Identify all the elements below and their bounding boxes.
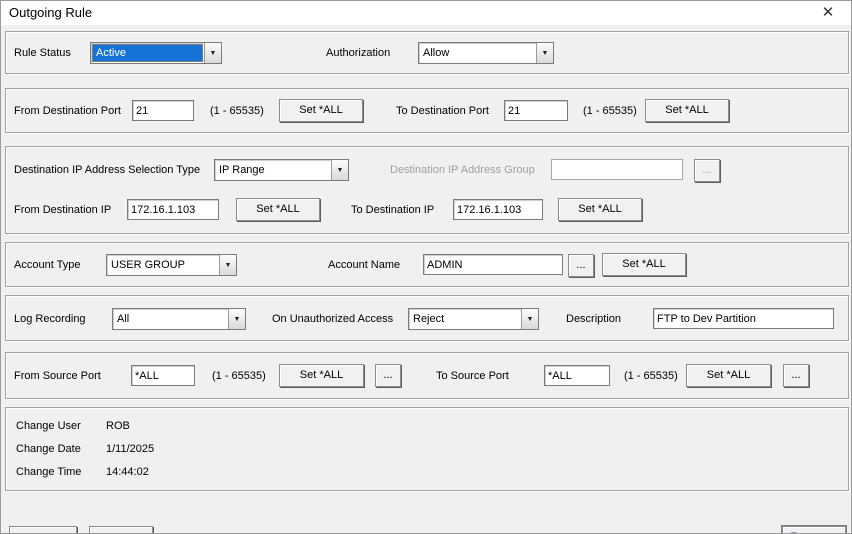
from-dest-port-label: From Destination Port bbox=[14, 100, 121, 122]
change-time-label: Change Time bbox=[16, 461, 81, 483]
group-logging: Log Recording All ▼ On Unauthorized Acce… bbox=[5, 295, 849, 341]
dest-ip-selection-combobox[interactable]: IP Range ▼ bbox=[214, 159, 349, 181]
change-user-value: ROB bbox=[106, 415, 130, 437]
rule-status-combobox[interactable]: Active ▼ bbox=[90, 42, 222, 64]
dest-ip-group-label: Destination IP Address Group bbox=[390, 159, 535, 181]
chevron-down-icon[interactable]: ▼ bbox=[219, 255, 236, 275]
account-name-browse-button[interactable]: ... bbox=[568, 254, 594, 277]
change-time-value: 14:44:02 bbox=[106, 461, 149, 483]
to-source-port-label: To Source Port bbox=[436, 365, 509, 387]
change-user-label: Change User bbox=[16, 415, 81, 437]
to-dest-ip-label: To Destination IP bbox=[351, 199, 434, 221]
from-source-port-set-all-button[interactable]: Set *ALL bbox=[279, 364, 364, 387]
log-recording-combobox[interactable]: All ▼ bbox=[112, 308, 246, 330]
rule-status-label: Rule Status bbox=[14, 42, 71, 64]
outgoing-rule-dialog: Outgoing Rule ✕ Rule Status Active ▼ Aut… bbox=[0, 0, 852, 534]
account-type-combobox[interactable]: USER GROUP ▼ bbox=[106, 254, 237, 276]
authorization-value: Allow bbox=[419, 43, 536, 63]
from-dest-ip-input[interactable] bbox=[127, 199, 219, 220]
chevron-down-icon[interactable]: ▼ bbox=[331, 160, 348, 180]
undo-button[interactable]: Undo bbox=[89, 526, 153, 534]
from-dest-port-range: (1 - 65535) bbox=[210, 100, 264, 122]
account-name-input[interactable] bbox=[423, 254, 563, 275]
log-recording-label: Log Recording bbox=[14, 308, 86, 330]
group-destination-ip: Destination IP Address Selection Type IP… bbox=[5, 146, 849, 234]
on-unauthorized-access-value: Reject bbox=[409, 309, 521, 329]
group-change-info: Change User ROB Change Date 1/11/2025 Ch… bbox=[5, 407, 849, 491]
from-dest-ip-set-all-button[interactable]: Set *ALL bbox=[236, 198, 320, 221]
exit-door-icon bbox=[790, 531, 806, 534]
from-dest-port-set-all-button[interactable]: Set *ALL bbox=[279, 99, 363, 122]
to-source-port-set-all-button[interactable]: Set *ALL bbox=[686, 364, 771, 387]
dest-ip-group-browse-button: ... bbox=[694, 159, 720, 182]
to-source-port-browse-button[interactable]: ... bbox=[783, 364, 809, 387]
change-date-label: Change Date bbox=[16, 438, 81, 460]
description-input[interactable] bbox=[653, 308, 834, 329]
group-rule-status: Rule Status Active ▼ Authorization Allow… bbox=[5, 31, 849, 74]
on-unauthorized-access-combobox[interactable]: Reject ▼ bbox=[408, 308, 539, 330]
chevron-down-icon[interactable]: ▼ bbox=[521, 309, 538, 329]
authorization-combobox[interactable]: Allow ▼ bbox=[418, 42, 554, 64]
to-dest-ip-input[interactable] bbox=[453, 199, 543, 220]
group-source-ports: From Source Port (1 - 65535) Set *ALL ..… bbox=[5, 352, 849, 399]
to-source-port-input[interactable] bbox=[544, 365, 610, 386]
rule-status-value: Active bbox=[92, 44, 203, 62]
window-close-icon[interactable]: ✕ bbox=[817, 3, 839, 23]
from-dest-port-input[interactable] bbox=[132, 100, 194, 121]
change-date-value: 1/11/2025 bbox=[106, 438, 154, 460]
to-dest-port-label: To Destination Port bbox=[396, 100, 489, 122]
chevron-down-icon[interactable]: ▼ bbox=[536, 43, 553, 63]
check-icon bbox=[19, 531, 35, 534]
group-account: Account Type USER GROUP ▼ Account Name .… bbox=[5, 242, 849, 287]
to-dest-port-input[interactable] bbox=[504, 100, 568, 121]
chevron-down-icon[interactable]: ▼ bbox=[228, 309, 245, 329]
account-type-value: USER GROUP bbox=[107, 255, 219, 275]
titlebar: Outgoing Rule ✕ bbox=[1, 1, 851, 25]
from-source-port-range: (1 - 65535) bbox=[212, 365, 266, 387]
account-name-set-all-button[interactable]: Set *ALL bbox=[602, 253, 686, 276]
log-recording-value: All bbox=[113, 309, 228, 329]
authorization-label: Authorization bbox=[326, 42, 390, 64]
on-unauthorized-access-label: On Unauthorized Access bbox=[272, 308, 393, 330]
dest-ip-selection-label: Destination IP Address Selection Type bbox=[14, 159, 200, 181]
window-title: Outgoing Rule bbox=[9, 5, 92, 20]
description-label: Description bbox=[566, 308, 621, 330]
from-source-port-browse-button[interactable]: ... bbox=[375, 364, 401, 387]
dest-ip-group-input bbox=[551, 159, 683, 180]
close-button[interactable]: Close bbox=[782, 526, 846, 534]
undo-icon bbox=[98, 531, 114, 534]
group-destination-ports: From Destination Port (1 - 65535) Set *A… bbox=[5, 88, 849, 133]
apply-button[interactable]: Apply bbox=[9, 526, 77, 534]
to-dest-port-range: (1 - 65535) bbox=[583, 100, 637, 122]
from-source-port-input[interactable] bbox=[131, 365, 195, 386]
account-type-label: Account Type bbox=[14, 254, 80, 276]
from-source-port-label: From Source Port bbox=[14, 365, 101, 387]
dest-ip-selection-value: IP Range bbox=[215, 160, 331, 180]
account-name-label: Account Name bbox=[328, 254, 400, 276]
chevron-down-icon[interactable]: ▼ bbox=[204, 43, 221, 63]
dialog-client-area: Rule Status Active ▼ Authorization Allow… bbox=[1, 25, 851, 533]
to-source-port-range: (1 - 65535) bbox=[624, 365, 678, 387]
to-dest-port-set-all-button[interactable]: Set *ALL bbox=[645, 99, 729, 122]
from-dest-ip-label: From Destination IP bbox=[14, 199, 111, 221]
to-dest-ip-set-all-button[interactable]: Set *ALL bbox=[558, 198, 642, 221]
